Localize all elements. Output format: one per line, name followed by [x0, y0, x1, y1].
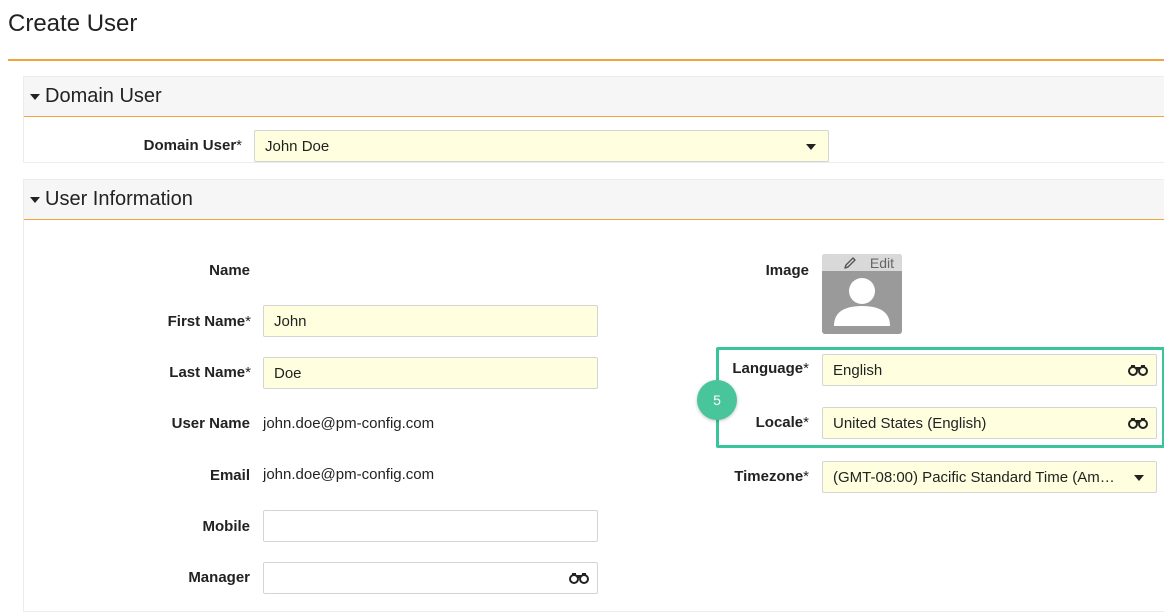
binoculars-icon[interactable] [569, 572, 589, 584]
first-name-input[interactable]: John [263, 305, 598, 337]
domain-user-label: Domain User* [143, 137, 242, 154]
email-value: john.doe@pm-config.com [263, 466, 435, 483]
first-name-value: John [274, 312, 307, 330]
domain-user-panel-header[interactable]: Domain User [24, 77, 1164, 117]
last-name-input[interactable]: Doe [263, 357, 598, 389]
domain-user-select[interactable]: John Doe [254, 130, 829, 162]
user-information-panel-title: User Information [45, 188, 193, 210]
collapse-caret-icon[interactable] [30, 94, 40, 100]
image-label: Image [765, 262, 809, 279]
pencil-icon [844, 257, 856, 269]
manager-input[interactable] [263, 562, 598, 594]
mobile-input[interactable] [263, 510, 598, 542]
chevron-down-icon[interactable] [806, 144, 816, 150]
last-name-value: Doe [274, 364, 302, 382]
timezone-select-value: (GMT-08:00) Pacific Standard Time (Ameri… [833, 468, 1156, 486]
chevron-down-icon[interactable] [1134, 475, 1144, 481]
avatar-edit-button[interactable]: Edit [822, 254, 902, 271]
domain-user-panel-title: Domain User [45, 85, 162, 107]
manager-label: Manager [188, 569, 250, 586]
first-name-label: First Name* [167, 313, 251, 330]
timezone-select[interactable]: (GMT-08:00) Pacific Standard Time (Ameri… [822, 461, 1157, 493]
avatar-edit-label: Edit [869, 254, 894, 271]
title-divider [8, 59, 1164, 61]
domain-user-select-value: John Doe [265, 137, 330, 155]
email-label: Email [209, 467, 250, 484]
step-highlight-box [716, 347, 1164, 448]
user-name-value: john.doe@pm-config.com [263, 415, 435, 432]
step-number-badge: 5 [697, 380, 737, 420]
collapse-caret-icon[interactable] [30, 197, 40, 203]
mobile-label: Mobile [202, 518, 251, 535]
last-name-label: Last Name* [169, 364, 251, 381]
page-title: Create User [8, 10, 138, 37]
avatar[interactable]: Edit [822, 254, 902, 334]
user-information-panel-header[interactable]: User Information [24, 180, 1164, 220]
timezone-label: Timezone* [734, 468, 809, 485]
name-label: Name [209, 262, 250, 279]
user-name-label: User Name [171, 415, 250, 432]
